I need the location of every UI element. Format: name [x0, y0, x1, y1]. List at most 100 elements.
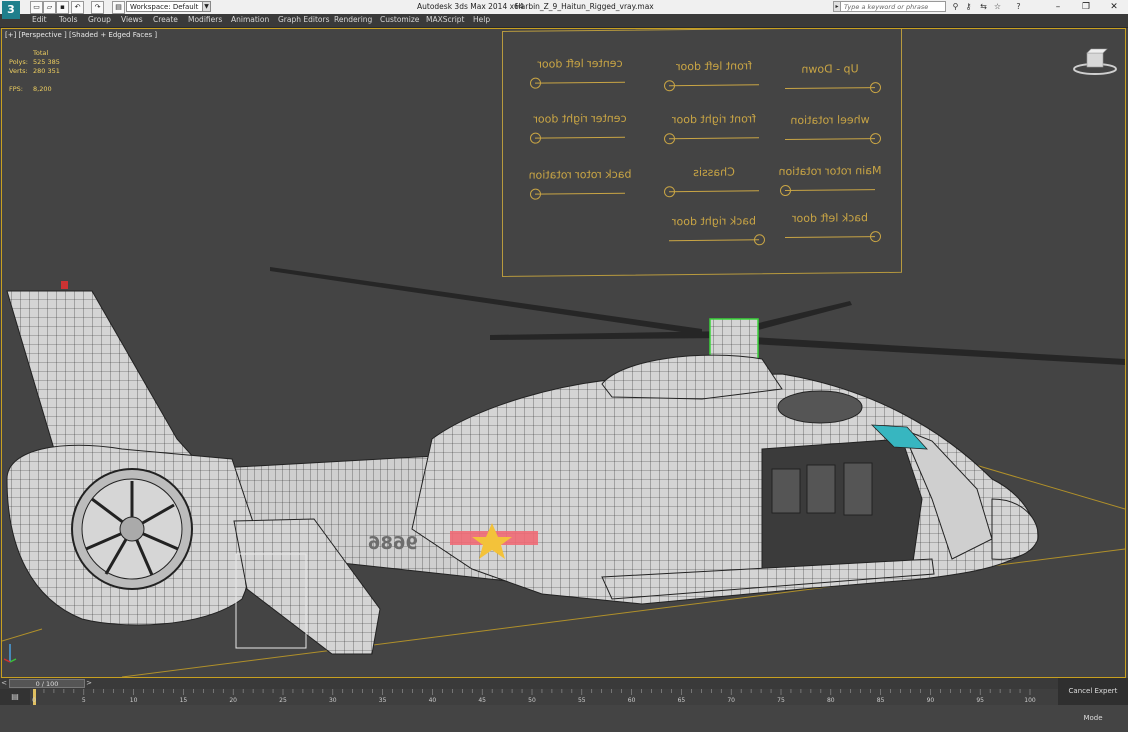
- rig-knob[interactable]: [870, 133, 881, 145]
- binoculars-icon[interactable]: ⚲: [950, 1, 961, 12]
- rig-control-back-right-door[interactable]: back right door: [659, 214, 769, 255]
- timeline-tick-label: 35: [378, 697, 387, 704]
- rig-knob[interactable]: [530, 132, 541, 144]
- timeline-tick-label: 80: [826, 697, 835, 704]
- menu-modifiers[interactable]: Modifiers: [188, 15, 222, 24]
- rig-track: [669, 239, 759, 242]
- rig-knob[interactable]: [780, 184, 791, 197]
- chevron-down-icon[interactable]: ▼: [202, 1, 211, 12]
- timeline-tick-label: 25: [279, 697, 287, 704]
- key-icon[interactable]: ⚷: [963, 1, 974, 12]
- timeline-tick-label: 50: [528, 697, 536, 704]
- rig-track: [785, 189, 875, 192]
- timeline-tick-label: 75: [777, 697, 785, 704]
- rig-control-front-left-door[interactable]: front left door: [659, 59, 769, 100]
- redo-icon[interactable]: ↷: [91, 1, 104, 14]
- open-file-icon[interactable]: ▱: [43, 1, 56, 14]
- menu-tools[interactable]: Tools: [59, 15, 77, 24]
- rig-label: Main rotor rotation: [778, 164, 882, 179]
- rig-track: [785, 87, 875, 90]
- mini-curve-editor-icon[interactable]: ▤: [0, 689, 30, 705]
- rig-control-main-rotor-rotation[interactable]: Main rotor rotation: [775, 164, 885, 205]
- rig-track: [669, 190, 759, 193]
- star-icon[interactable]: ☆: [992, 1, 1003, 12]
- rig-control-wheel-rotation[interactable]: wheel rotation: [775, 113, 885, 154]
- rig-control-panel: center left door front left door Up - Do…: [502, 29, 902, 278]
- rig-track: [535, 192, 625, 195]
- close-button[interactable]: ✕: [1100, 0, 1128, 14]
- timeline-tick-label: 65: [677, 697, 686, 704]
- menu-animation[interactable]: Animation: [231, 15, 269, 24]
- time-slider[interactable]: 0 / 100: [9, 679, 85, 688]
- rig-control-front-right-door[interactable]: front right door: [659, 112, 769, 153]
- menu-help[interactable]: Help: [473, 15, 490, 24]
- search-input[interactable]: Type a keyword or phrase: [840, 1, 946, 12]
- rig-track: [535, 81, 625, 84]
- rig-track: [535, 136, 625, 139]
- timeline-tick-label: 15: [179, 697, 188, 704]
- timeline-tick-label: 0: [32, 697, 36, 704]
- rig-knob[interactable]: [664, 80, 675, 92]
- rig-control-center-right-door[interactable]: center right door: [525, 112, 635, 153]
- menu-edit[interactable]: Edit: [32, 15, 47, 24]
- rig-knob[interactable]: [870, 82, 881, 94]
- menu-group[interactable]: Group: [88, 15, 111, 24]
- rig-knob[interactable]: [870, 231, 881, 243]
- undo-icon[interactable]: ↶: [71, 1, 84, 14]
- project-folder-icon[interactable]: ▤: [112, 1, 125, 14]
- rig-control-back-rotor-rotation[interactable]: back rotor rotation: [525, 168, 635, 209]
- rig-knob[interactable]: [664, 133, 675, 145]
- new-file-icon[interactable]: ▭: [30, 1, 43, 14]
- menu-graph-editors[interactable]: Graph Editors: [278, 15, 330, 24]
- menu-rendering[interactable]: Rendering: [334, 15, 372, 24]
- rig-track: [669, 137, 759, 140]
- rig-label: center left door: [537, 56, 623, 71]
- rig-knob[interactable]: [664, 186, 675, 198]
- rig-label: back right door: [672, 214, 756, 229]
- restore-button[interactable]: ❐: [1072, 0, 1100, 14]
- rig-control-back-left-door[interactable]: back left door: [775, 211, 885, 252]
- rig-knob[interactable]: [530, 188, 541, 200]
- rig-track: [785, 138, 875, 141]
- timeline-tick-label: 70: [727, 697, 736, 704]
- rig-track: [785, 236, 875, 239]
- timeline-bar[interactable]: [0, 678, 1128, 689]
- rig-label: front left door: [676, 59, 752, 74]
- help-icon[interactable]: ?: [1013, 1, 1024, 12]
- timeline-tick-label: 5: [81, 697, 86, 704]
- timeline-prev-icon[interactable]: <: [0, 679, 8, 688]
- rig-label: center right door: [533, 111, 627, 126]
- file-name: Harbin_Z_9_Haitun_Rigged_vray.max: [515, 2, 654, 11]
- menu-bar: Edit Tools Group Views Create Modifiers …: [0, 14, 1128, 28]
- perspective-viewport[interactable]: [+] [Perspective ] [Shaded + Edged Faces…: [1, 28, 1126, 678]
- rig-control-chassis[interactable]: Chassis: [659, 165, 769, 206]
- exchange-icon[interactable]: ⇆: [978, 1, 989, 12]
- save-icon[interactable]: ▪: [56, 1, 69, 14]
- timeline-next-icon[interactable]: >: [85, 679, 93, 688]
- rig-control-up-down[interactable]: Up - Down: [775, 62, 885, 103]
- app-menu-button[interactable]: 3: [2, 1, 20, 19]
- timeline-tick-label: 45: [478, 697, 487, 704]
- minimize-button[interactable]: –: [1044, 0, 1072, 14]
- rig-knob[interactable]: [530, 77, 541, 89]
- rig-knob[interactable]: [754, 234, 765, 246]
- cancel-expert-mode-button[interactable]: Cancel Expert Mode: [1058, 678, 1128, 722]
- rig-control-center-left-door[interactable]: center left door: [525, 57, 635, 98]
- timeline-tick-label: 85: [876, 697, 885, 704]
- rig-label: Chassis: [693, 165, 735, 179]
- menu-maxscript[interactable]: MAXScript: [426, 15, 465, 24]
- app-title: Autodesk 3ds Max 2014 x64: [417, 2, 524, 11]
- timeline-tick-label: 90: [926, 697, 935, 704]
- rig-label: front right door: [672, 112, 756, 127]
- timeline-tick-label: 30: [328, 697, 337, 704]
- workspace-dropdown[interactable]: Workspace: Default: [126, 1, 210, 12]
- timeline-tick-label: 40: [428, 697, 437, 704]
- timeline-tick-label: 55: [577, 697, 586, 704]
- menu-views[interactable]: Views: [121, 15, 143, 24]
- timeline-tick-label: 95: [976, 697, 985, 704]
- menu-create[interactable]: Create: [153, 15, 178, 24]
- timeline-tick-label: 10: [129, 697, 138, 704]
- rig-label: back left door: [792, 211, 868, 225]
- menu-customize[interactable]: Customize: [380, 15, 419, 24]
- rig-label: Up - Down: [801, 62, 859, 76]
